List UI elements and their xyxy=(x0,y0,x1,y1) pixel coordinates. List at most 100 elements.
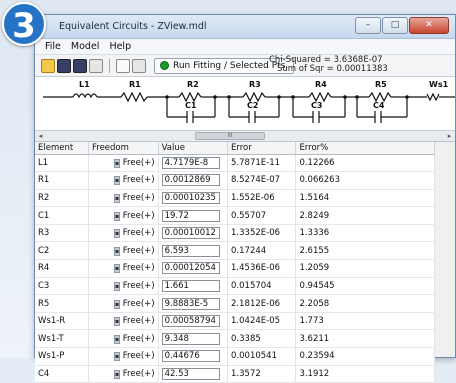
error-pct-cell: 1.3336 xyxy=(295,224,435,243)
value-input[interactable]: 0.00058794 xyxy=(161,315,220,328)
circuit-schematic xyxy=(43,91,455,123)
freedom-value: Free(+) xyxy=(122,316,155,327)
value-input[interactable]: 0.00010235 xyxy=(161,191,220,204)
label-c1: C1 xyxy=(185,101,197,110)
freedom-cell[interactable]: ▪ Free(+) xyxy=(88,365,159,383)
minimize-button[interactable]: – xyxy=(355,17,381,34)
freedom-dropdown-icon[interactable]: ▪ xyxy=(114,193,121,203)
table-row[interactable]: R4 ▪ Free(+) 0.00012054 1.4536E-06 1.2059 xyxy=(35,259,435,278)
freedom-cell[interactable]: ▪ Free(+) xyxy=(88,171,159,190)
freedom-cell[interactable]: ▪ Free(+) xyxy=(88,206,159,225)
menu-model[interactable]: Model xyxy=(71,41,100,52)
value-input[interactable]: 9.348 xyxy=(161,332,220,345)
freedom-cell[interactable]: ▪ Free(+) xyxy=(88,277,159,296)
value-input[interactable]: 6.593 xyxy=(161,244,220,257)
freedom-dropdown-icon[interactable]: ▪ xyxy=(114,158,121,168)
value-input[interactable]: 42.53 xyxy=(161,367,220,380)
freedom-dropdown-icon[interactable]: ▪ xyxy=(114,246,121,256)
copy-icon[interactable] xyxy=(132,58,146,73)
menu-help[interactable]: Help xyxy=(109,41,131,52)
freedom-cell[interactable]: ▪ Free(+) xyxy=(88,189,159,208)
freedom-cell[interactable]: ▪ Free(+) xyxy=(88,312,159,331)
table-row[interactable]: Ws1-T ▪ Free(+) 9.348 0.3385 3.6211 xyxy=(35,329,435,349)
error-pct-cell: 0.23594 xyxy=(295,347,435,366)
table-row[interactable]: Ws1-P ▪ Free(+) 0.44676 0.0010541 0.23594 xyxy=(35,347,435,366)
element-cell: L1 xyxy=(35,154,89,173)
value-input[interactable]: 0.00010012 xyxy=(161,227,220,240)
circuit-edit-icon[interactable] xyxy=(116,58,130,73)
col-element-header[interactable]: Element xyxy=(35,142,89,155)
value-input[interactable]: 19.72 xyxy=(161,209,220,222)
open-folder-icon[interactable] xyxy=(41,58,55,73)
maximize-button[interactable]: □ xyxy=(382,17,408,34)
freedom-dropdown-icon[interactable]: ▪ xyxy=(114,299,121,309)
value-input[interactable]: 9.8883E-5 xyxy=(161,297,220,310)
element-cell: R2 xyxy=(35,189,89,208)
element-cell: Ws1-T xyxy=(35,329,89,349)
value-input[interactable]: 4.7179E-8 xyxy=(161,156,220,169)
col-freedom-header[interactable]: Freedom xyxy=(88,142,159,155)
freedom-cell[interactable]: ▪ Free(+) xyxy=(88,224,159,243)
menu-file[interactable]: File xyxy=(45,41,61,52)
print-icon[interactable] xyxy=(89,58,103,73)
freedom-cell[interactable]: ▪ Free(+) xyxy=(88,154,159,173)
table-row[interactable]: C3 ▪ Free(+) 1.661 0.015704 0.94545 xyxy=(35,277,435,296)
label-c4: C4 xyxy=(373,101,385,110)
title-bar[interactable]: Equivalent Circuits - ZView.mdl – □ ✕ xyxy=(35,15,455,39)
col-error-pct-header[interactable]: Error% xyxy=(295,142,435,155)
freedom-dropdown-icon[interactable]: ▪ xyxy=(114,352,121,362)
toolbar-divider xyxy=(109,58,110,73)
value-cell: 0.0012869 xyxy=(158,171,229,190)
save-icon[interactable] xyxy=(57,58,71,73)
element-cell: C1 xyxy=(35,206,89,225)
close-button[interactable]: ✕ xyxy=(409,17,449,34)
col-error-header[interactable]: Error xyxy=(227,142,297,155)
freedom-dropdown-icon[interactable]: ▪ xyxy=(114,369,121,379)
freedom-cell[interactable]: ▪ Free(+) xyxy=(88,329,159,349)
freedom-cell[interactable]: ▪ Free(+) xyxy=(88,241,159,261)
error-pct-cell: 0.12266 xyxy=(295,154,435,173)
label-r4: R4 xyxy=(315,80,327,89)
freedom-dropdown-icon[interactable]: ▪ xyxy=(114,229,121,239)
freedom-cell[interactable]: ▪ Free(+) xyxy=(88,259,159,278)
table-row[interactable]: R3 ▪ Free(+) 0.00010012 1.3352E-06 1.3336 xyxy=(35,224,435,243)
value-input[interactable]: 0.44676 xyxy=(161,350,220,363)
value-input[interactable]: 0.0012869 xyxy=(161,174,220,187)
freedom-dropdown-icon[interactable]: ▪ xyxy=(114,317,121,327)
freedom-value: Free(+) xyxy=(122,351,155,362)
error-cell: 1.3352E-06 xyxy=(227,224,297,243)
save-as-icon[interactable] xyxy=(73,58,87,73)
value-input[interactable]: 0.00012054 xyxy=(161,262,220,275)
circuit-diagram[interactable]: L1 R1 R2 C1 R3 C2 R4 C3 R5 C4 Ws1 xyxy=(35,77,455,131)
value-input[interactable]: 1.661 xyxy=(161,279,220,292)
scroll-thumb[interactable]: III xyxy=(195,132,265,140)
table-row[interactable]: C1 ▪ Free(+) 19.72 0.55707 2.8249 xyxy=(35,206,435,225)
value-cell: 4.7179E-8 xyxy=(158,154,229,173)
error-cell: 0.55707 xyxy=(227,206,297,225)
col-value-header[interactable]: Value xyxy=(158,142,229,155)
freedom-cell[interactable]: ▪ Free(+) xyxy=(88,347,159,366)
freedom-dropdown-icon[interactable]: ▪ xyxy=(114,281,121,291)
freedom-value: Free(+) xyxy=(122,245,155,256)
error-cell: 0.015704 xyxy=(227,277,297,296)
label-ws1: Ws1 xyxy=(429,80,449,89)
table-row[interactable]: C4 ▪ Free(+) 42.53 1.3572 3.1912 xyxy=(35,365,435,383)
freedom-cell[interactable]: ▪ Free(+) xyxy=(88,294,159,313)
table-row[interactable]: R2 ▪ Free(+) 0.00010235 1.552E-06 1.5164 xyxy=(35,189,435,208)
table-row[interactable]: R5 ▪ Free(+) 9.8883E-5 2.1812E-06 2.2058 xyxy=(35,294,435,313)
table-row[interactable]: Ws1-R ▪ Free(+) 0.00058794 1.0424E-05 1.773 xyxy=(35,312,435,331)
window-title: Equivalent Circuits - ZView.mdl xyxy=(59,21,207,32)
freedom-dropdown-icon[interactable]: ▪ xyxy=(114,211,121,221)
error-cell: 5.7871E-11 xyxy=(227,154,297,173)
scroll-right-icon[interactable]: ▸ xyxy=(444,131,455,141)
freedom-dropdown-icon[interactable]: ▪ xyxy=(114,264,121,274)
horizontal-scrollbar[interactable]: ◂ III ▸ xyxy=(35,131,455,142)
app-window: Equivalent Circuits - ZView.mdl – □ ✕ Fi… xyxy=(34,14,456,383)
freedom-dropdown-icon[interactable]: ▪ xyxy=(114,334,121,344)
scroll-left-icon[interactable]: ◂ xyxy=(35,131,46,141)
table-row[interactable]: C2 ▪ Free(+) 6.593 0.17244 2.6155 xyxy=(35,241,435,261)
table-row[interactable]: L1 ▪ Free(+) 4.7179E-8 5.7871E-11 0.12266 xyxy=(35,154,435,173)
error-pct-cell: 0.94545 xyxy=(295,277,435,296)
table-row[interactable]: R1 ▪ Free(+) 0.0012869 8.5274E-07 0.066263 xyxy=(35,171,435,190)
freedom-dropdown-icon[interactable]: ▪ xyxy=(114,176,121,186)
